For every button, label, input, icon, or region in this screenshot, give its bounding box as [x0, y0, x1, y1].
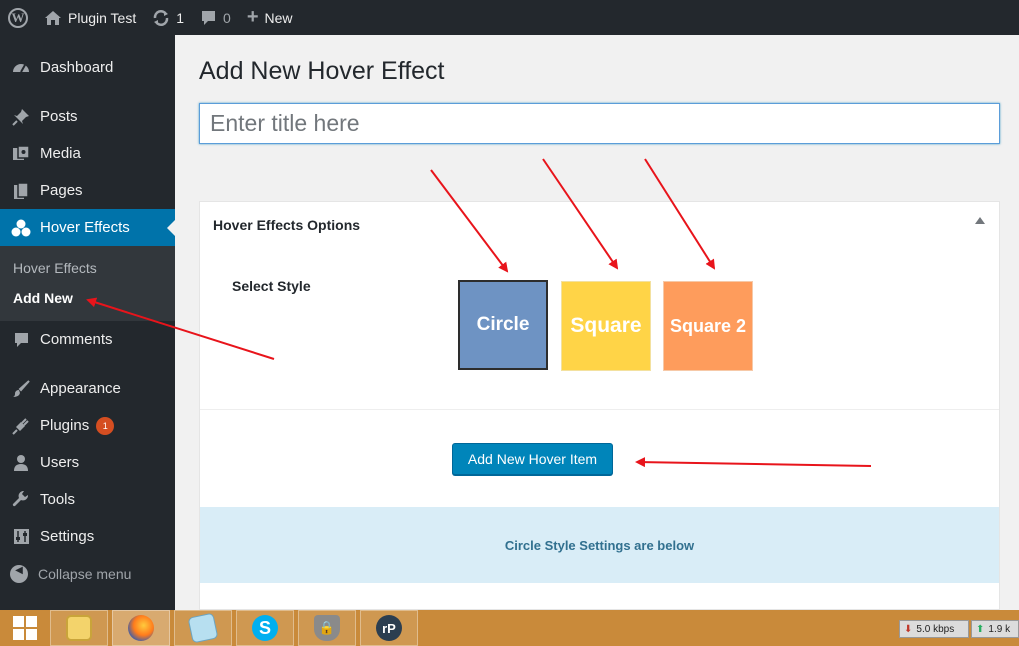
paintbrush-icon — [10, 379, 32, 398]
wordpress-icon: W — [8, 7, 28, 28]
divider — [200, 409, 999, 410]
updates-icon — [152, 9, 170, 27]
sidebar-item-plugins[interactable]: Plugins 1 — [0, 407, 175, 444]
metabox-header[interactable]: Hover Effects Options — [200, 202, 999, 247]
sidebar-item-label: Comments — [40, 331, 113, 348]
upload-speed-meter: ⬆ 1.9 k — [971, 620, 1019, 638]
sidebar-item-appearance[interactable]: Appearance — [0, 370, 175, 407]
sidebar-item-comments[interactable]: Comments — [0, 321, 175, 358]
new-label: New — [264, 9, 293, 26]
updates-link[interactable]: 1 — [144, 0, 192, 35]
plugin-icon — [10, 417, 32, 435]
sidebar-item-label: Users — [40, 454, 80, 471]
sidebar-item-label: Plugins — [40, 417, 90, 434]
site-name: Plugin Test — [68, 9, 137, 26]
lock-shield-icon: 🔒 — [314, 615, 340, 641]
new-content-link[interactable]: + New — [239, 0, 301, 35]
comment-icon — [10, 332, 32, 348]
sidebar-item-label: Appearance — [40, 380, 121, 397]
sidebar-item-label: Hover Effects — [40, 219, 130, 236]
admin-sidebar: Dashboard Posts Media Pages Hover Effect… — [0, 35, 175, 610]
updates-count: 1 — [176, 9, 185, 26]
submenu-item-hover-effects[interactable]: Hover Effects — [0, 253, 175, 283]
select-style-label: Select Style — [232, 278, 311, 294]
download-speed: 5.0 kbps — [916, 623, 955, 635]
page-title: Add New Hover Effect — [199, 57, 445, 85]
submenu-item-add-new[interactable]: Add New — [0, 283, 175, 313]
upload-arrow-icon: ⬆ — [976, 623, 985, 635]
style-option-square[interactable]: Square — [561, 281, 651, 371]
taskbar-firefox[interactable] — [112, 610, 170, 646]
sidebar-item-label: Dashboard — [40, 59, 114, 76]
comments-count: 0 — [223, 9, 231, 26]
sidebar-item-label: Media — [40, 145, 81, 162]
admin-bar: W Plugin Test 1 0 + New — [0, 0, 1019, 35]
collapse-arrow-icon: ◀ — [10, 564, 28, 583]
collapse-menu-button[interactable]: ◀ Collapse menu — [0, 555, 175, 592]
sidebar-item-label: Pages — [40, 182, 83, 199]
wrench-icon — [10, 490, 32, 509]
metabox-title: Hover Effects Options — [213, 216, 361, 233]
download-arrow-icon: ⬇ — [904, 623, 913, 635]
sidebar-item-dashboard[interactable]: Dashboard — [0, 49, 175, 86]
taskbar-skype[interactable]: S — [236, 610, 294, 646]
download-speed-meter: ⬇ 5.0 kbps — [899, 620, 969, 638]
sidebar-item-media[interactable]: Media — [0, 135, 175, 172]
rp-app-icon: rP — [376, 615, 402, 641]
skype-icon: S — [252, 615, 278, 641]
upload-speed: 1.9 k — [988, 623, 1011, 635]
post-title-input[interactable] — [199, 103, 1000, 144]
wordpress-logo[interactable]: W — [0, 0, 36, 35]
windows-taskbar: S 🔒 rP — [0, 610, 1019, 646]
comments-link[interactable]: 0 — [192, 0, 239, 35]
sidebar-item-label: Posts — [40, 108, 78, 125]
sidebar-item-pages[interactable]: Pages — [0, 172, 175, 209]
windows-logo-icon — [13, 616, 37, 640]
taskbar-notepad[interactable] — [174, 610, 232, 646]
settings-icon — [10, 528, 32, 545]
sidebar-item-label: Settings — [40, 528, 95, 545]
media-icon — [10, 144, 32, 163]
home-icon — [44, 10, 62, 26]
dashboard-icon — [10, 60, 32, 76]
sidebar-item-label: Tools — [40, 491, 76, 508]
sidebar-item-posts[interactable]: Posts — [0, 98, 175, 135]
hover-effects-options-metabox: Hover Effects Options Select Style Circl… — [199, 201, 1000, 610]
style-option-square-2[interactable]: Square 2 — [663, 281, 753, 371]
style-settings-banner: Circle Style Settings are below — [200, 507, 999, 583]
taskbar-security-app[interactable]: 🔒 — [298, 610, 356, 646]
pin-icon — [10, 108, 32, 126]
collapse-toggle-icon[interactable] — [975, 217, 985, 224]
pages-icon — [10, 181, 32, 200]
settings-note: Circle Style Settings are below — [504, 537, 695, 553]
sidebar-item-users[interactable]: Users — [0, 444, 175, 481]
hover-effects-submenu: Hover Effects Add New — [0, 246, 175, 321]
sidebar-item-tools[interactable]: Tools — [0, 481, 175, 518]
notepad-icon — [187, 612, 219, 644]
taskbar-file-explorer[interactable] — [50, 610, 108, 646]
sidebar-item-hover-effects[interactable]: Hover Effects — [0, 209, 175, 246]
plugins-update-badge: 1 — [96, 416, 115, 435]
site-name-link[interactable]: Plugin Test — [36, 0, 144, 35]
hover-effects-icon — [10, 219, 32, 237]
start-button[interactable] — [0, 610, 50, 646]
users-icon — [10, 454, 32, 472]
firefox-icon — [128, 615, 154, 641]
sidebar-item-settings[interactable]: Settings — [0, 518, 175, 555]
plus-icon: + — [246, 6, 259, 28]
add-new-hover-item-button[interactable]: Add New Hover Item — [452, 443, 613, 475]
style-option-circle[interactable]: Circle — [458, 280, 548, 370]
taskbar-rp-app[interactable]: rP — [360, 610, 418, 646]
comment-bubble-icon — [200, 10, 217, 26]
collapse-menu-label: Collapse menu — [38, 565, 132, 582]
folder-icon — [66, 615, 92, 641]
